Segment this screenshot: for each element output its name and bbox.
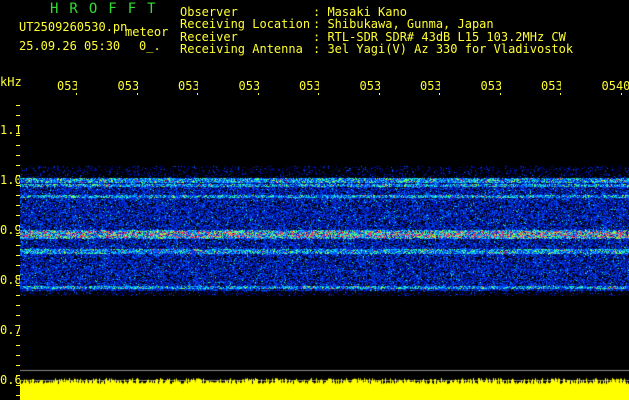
- field-label: Receiver: [180, 29, 238, 44]
- x-tick-mark: [439, 93, 440, 95]
- app-title: HROFFT: [50, 1, 167, 17]
- x-tick-mark: [620, 93, 622, 95]
- x-tick-label: 0538: [480, 79, 501, 93]
- datetime: 25.09.26 05:30: [19, 39, 121, 53]
- field-label: Receiving Antenna: [180, 41, 303, 56]
- x-tick-mark: [197, 93, 198, 95]
- filename: UT2509260530.pn: [19, 20, 128, 34]
- x-tick-label: 0532: [117, 79, 138, 93]
- x-tick-mark: [257, 93, 259, 95]
- x-tick-mark: [499, 93, 501, 95]
- x-tick-label: 0534: [238, 79, 259, 93]
- field-value: : RTL-SDR SDR# 43dB L15 103.2MHz CW: [313, 29, 566, 44]
- field-label: Receiving Location: [180, 17, 311, 32]
- mode-label: meteor: [125, 25, 169, 39]
- x-tick-mark: [378, 93, 380, 95]
- x-tick-label: 0537: [420, 79, 440, 93]
- x-tick-mark: [560, 93, 561, 95]
- x-tick-mark: [318, 93, 319, 95]
- x-tick-label: 0533: [178, 79, 198, 93]
- field-value: : Shibukawa, Gunma, Japan: [313, 17, 494, 32]
- x-tick-label: 0540: [601, 79, 629, 93]
- count: 0_.: [139, 39, 161, 53]
- spectrogram: [20, 100, 629, 400]
- x-tick-label: 0536: [359, 79, 380, 93]
- x-tick-label: 0531: [57, 79, 77, 93]
- field-value-text: 3el Yagi(V) Az 330 for Vladivostok: [327, 41, 574, 56]
- unit-label: kHz: [0, 75, 22, 89]
- field-value: : Masaki Kano: [313, 5, 407, 19]
- x-tick-mark: [76, 93, 77, 95]
- field-value: : 3el Yagi(V) Az 330 for Vladivostok: [313, 41, 574, 56]
- x-tick-label: 0539: [541, 79, 561, 93]
- x-tick-label: 0535: [299, 79, 319, 93]
- x-tick-mark: [136, 93, 138, 95]
- field-label: Observer: [180, 5, 238, 19]
